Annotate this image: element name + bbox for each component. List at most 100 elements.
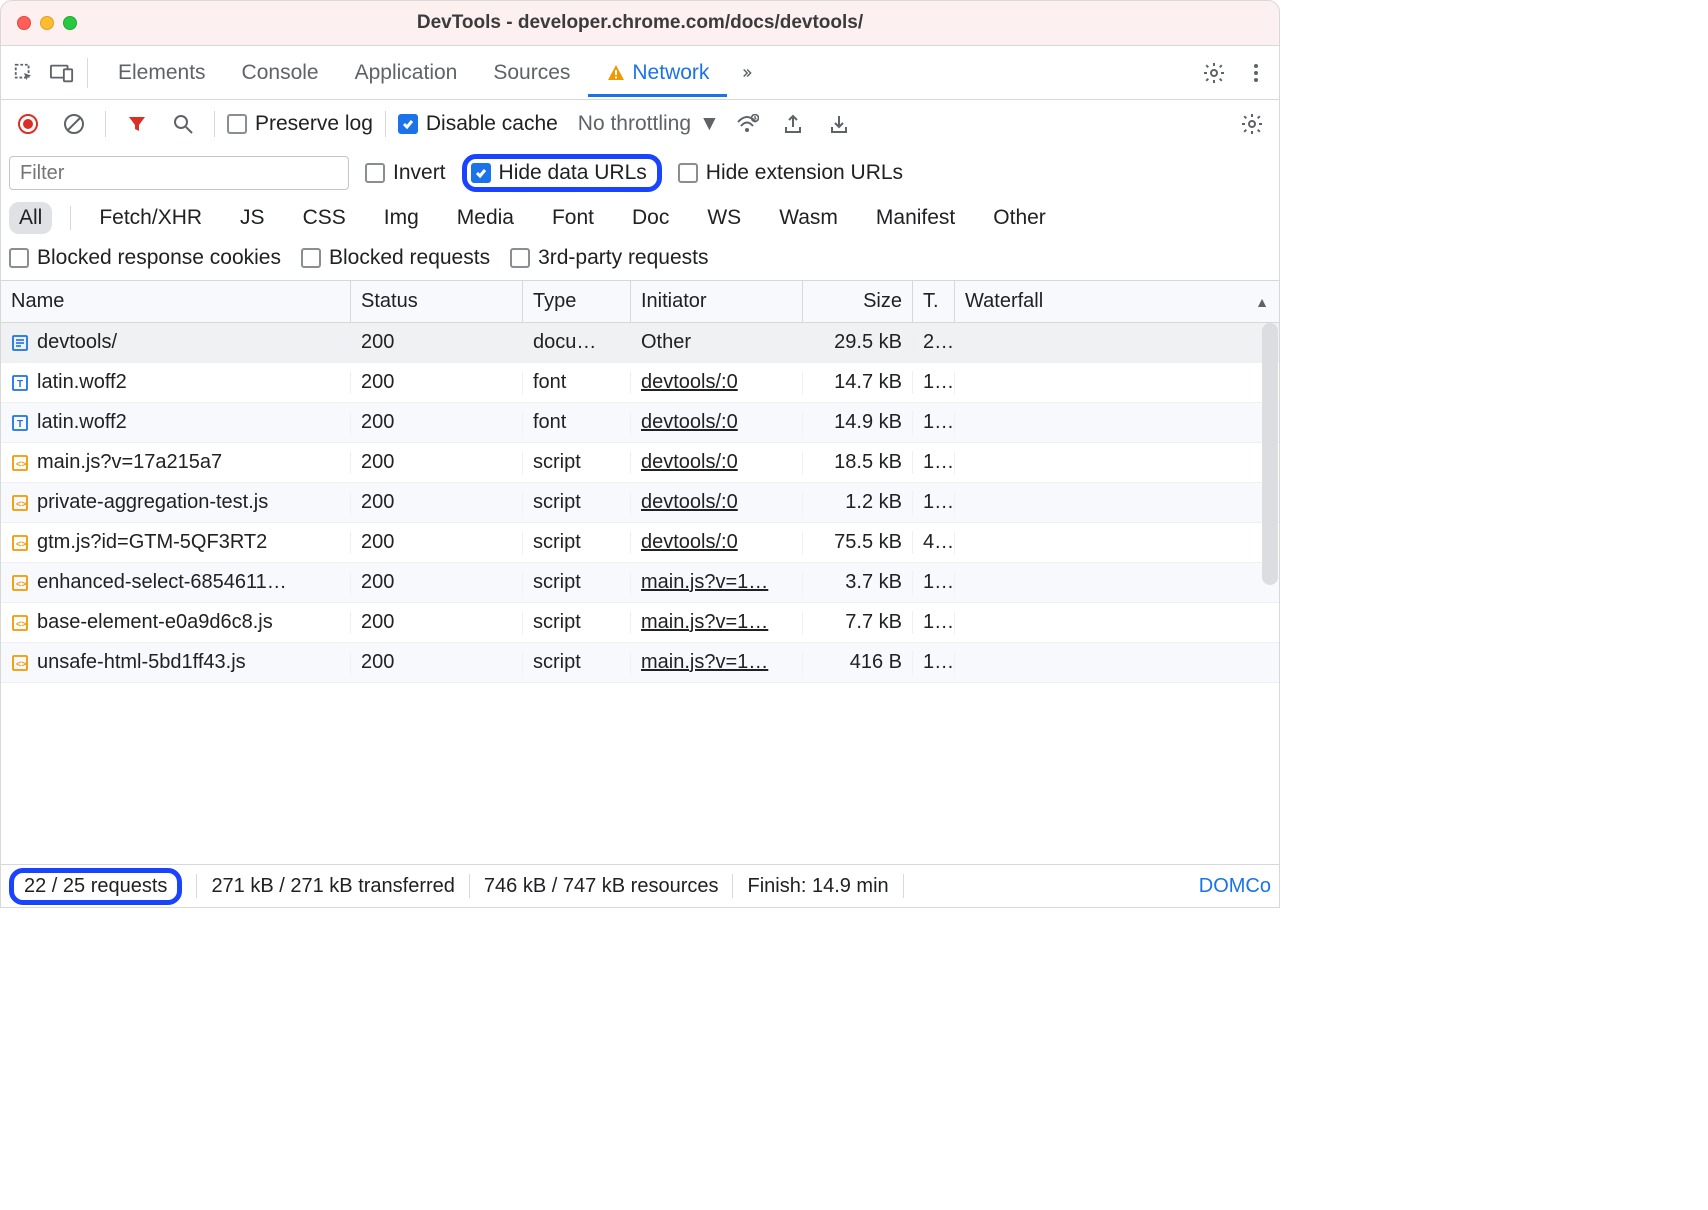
request-size: 1.2 kB bbox=[803, 491, 913, 514]
request-time: 1.. bbox=[913, 371, 955, 394]
col-size[interactable]: Size bbox=[803, 281, 913, 322]
close-window-button[interactable] bbox=[17, 16, 31, 30]
tab-sources[interactable]: Sources bbox=[475, 49, 588, 97]
export-har-icon[interactable] bbox=[774, 105, 812, 143]
throttling-select[interactable]: No throttling ▼ bbox=[578, 112, 720, 136]
invert-label: Invert bbox=[393, 161, 446, 185]
finish-time: Finish: 14.9 min bbox=[747, 875, 888, 898]
network-settings-icon[interactable] bbox=[1233, 105, 1271, 143]
record-button[interactable] bbox=[9, 105, 47, 143]
blocked-cookies-checkbox[interactable]: Blocked response cookies bbox=[9, 246, 281, 270]
request-initiator[interactable]: main.js?v=1… bbox=[631, 571, 803, 594]
request-initiator[interactable]: devtools/:0 bbox=[631, 371, 803, 394]
blocked-row: Blocked response cookies Blocked request… bbox=[0, 238, 1280, 281]
table-row[interactable]: <>enhanced-select-6854611…200scriptmain.… bbox=[1, 563, 1279, 603]
table-row[interactable]: <>gtm.js?id=GTM-5QF3RT2200scriptdevtools… bbox=[1, 523, 1279, 563]
request-initiator: Other bbox=[631, 331, 803, 354]
requests-table: Name Status Type Initiator Size T. Water… bbox=[0, 281, 1280, 864]
caret-down-icon: ▼ bbox=[699, 112, 720, 136]
request-type: script bbox=[523, 611, 631, 634]
minimize-window-button[interactable] bbox=[40, 16, 54, 30]
transferred: 271 kB / 271 kB transferred bbox=[211, 875, 454, 898]
request-name: latin.woff2 bbox=[37, 371, 127, 394]
request-initiator[interactable]: main.js?v=1… bbox=[631, 611, 803, 634]
col-initiator[interactable]: Initiator bbox=[631, 281, 803, 322]
hide-data-urls-checkbox[interactable]: Hide data URLs bbox=[471, 161, 647, 185]
request-time: 1.. bbox=[913, 411, 955, 434]
checkbox-checked-icon bbox=[398, 114, 418, 134]
table-row[interactable]: <>private-aggregation-test.js200scriptde… bbox=[1, 483, 1279, 523]
kebab-menu-icon[interactable] bbox=[1237, 54, 1275, 92]
chip-ws[interactable]: WS bbox=[697, 202, 751, 234]
disable-cache-checkbox[interactable]: Disable cache bbox=[398, 112, 558, 136]
checkbox-icon bbox=[510, 248, 530, 268]
device-toolbar-icon[interactable] bbox=[43, 54, 81, 92]
filter-icon[interactable] bbox=[118, 105, 156, 143]
window-title: DevTools - developer.chrome.com/docs/dev… bbox=[17, 12, 1263, 34]
filter-input[interactable] bbox=[9, 156, 349, 190]
tab-elements[interactable]: Elements bbox=[100, 49, 224, 97]
thirdparty-checkbox[interactable]: 3rd-party requests bbox=[510, 246, 708, 270]
chip-wasm[interactable]: Wasm bbox=[769, 202, 848, 234]
chip-img[interactable]: Img bbox=[374, 202, 429, 234]
chip-fetchxhr[interactable]: Fetch/XHR bbox=[89, 202, 212, 234]
file-type-icon: <> bbox=[11, 454, 29, 472]
hide-extension-urls-checkbox[interactable]: Hide extension URLs bbox=[678, 161, 903, 185]
request-status: 200 bbox=[351, 611, 523, 634]
request-initiator[interactable]: devtools/:0 bbox=[631, 491, 803, 514]
request-name: gtm.js?id=GTM-5QF3RT2 bbox=[37, 531, 267, 554]
chip-font[interactable]: Font bbox=[542, 202, 604, 234]
more-tabs-button[interactable] bbox=[727, 54, 765, 92]
invert-checkbox[interactable]: Invert bbox=[365, 161, 446, 185]
tab-console[interactable]: Console bbox=[224, 49, 337, 97]
col-type[interactable]: Type bbox=[523, 281, 631, 322]
request-size: 7.7 kB bbox=[803, 611, 913, 634]
checkbox-icon bbox=[227, 114, 247, 134]
col-name[interactable]: Name bbox=[1, 281, 351, 322]
request-initiator[interactable]: devtools/:0 bbox=[631, 531, 803, 554]
tab-network[interactable]: Network bbox=[588, 49, 727, 97]
checkbox-icon bbox=[301, 248, 321, 268]
chip-other[interactable]: Other bbox=[983, 202, 1056, 234]
request-initiator[interactable]: devtools/:0 bbox=[631, 411, 803, 434]
import-har-icon[interactable] bbox=[820, 105, 858, 143]
file-type-icon: <> bbox=[11, 654, 29, 672]
blocked-requests-checkbox[interactable]: Blocked requests bbox=[301, 246, 490, 270]
blocked-cookies-label: Blocked response cookies bbox=[37, 246, 281, 270]
chip-js[interactable]: JS bbox=[230, 202, 275, 234]
table-row[interactable]: devtools/200docu…Other29.5 kB2.. bbox=[1, 323, 1279, 363]
request-size: 75.5 kB bbox=[803, 531, 913, 554]
tab-application[interactable]: Application bbox=[337, 49, 476, 97]
svg-text:<>: <> bbox=[16, 579, 27, 589]
request-initiator[interactable]: main.js?v=1… bbox=[631, 651, 803, 674]
table-row[interactable]: Tlatin.woff2200fontdevtools/:014.7 kB1.. bbox=[1, 363, 1279, 403]
request-status: 200 bbox=[351, 651, 523, 674]
preserve-log-checkbox[interactable]: Preserve log bbox=[227, 112, 373, 136]
table-row[interactable]: <>unsafe-html-5bd1ff43.js200scriptmain.j… bbox=[1, 643, 1279, 683]
chip-manifest[interactable]: Manifest bbox=[866, 202, 965, 234]
scrollbar[interactable] bbox=[1262, 323, 1278, 585]
col-time[interactable]: T. bbox=[913, 281, 955, 322]
request-status: 200 bbox=[351, 491, 523, 514]
chip-css[interactable]: CSS bbox=[293, 202, 356, 234]
chip-media[interactable]: Media bbox=[447, 202, 524, 234]
clear-button[interactable] bbox=[55, 105, 93, 143]
request-initiator[interactable]: devtools/:0 bbox=[631, 451, 803, 474]
col-status[interactable]: Status bbox=[351, 281, 523, 322]
request-size: 29.5 kB bbox=[803, 331, 913, 354]
maximize-window-button[interactable] bbox=[63, 16, 77, 30]
network-conditions-icon[interactable] bbox=[728, 105, 766, 143]
table-row[interactable]: Tlatin.woff2200fontdevtools/:014.9 kB1.. bbox=[1, 403, 1279, 443]
table-row[interactable]: <>main.js?v=17a215a7200scriptdevtools/:0… bbox=[1, 443, 1279, 483]
chip-all[interactable]: All bbox=[9, 202, 52, 234]
titlebar: DevTools - developer.chrome.com/docs/dev… bbox=[0, 0, 1280, 46]
table-row[interactable]: <>base-element-e0a9d6c8.js200scriptmain.… bbox=[1, 603, 1279, 643]
search-icon[interactable] bbox=[164, 105, 202, 143]
network-toolbar: Preserve log Disable cache No throttling… bbox=[0, 100, 1280, 148]
inspect-element-icon[interactable] bbox=[5, 54, 43, 92]
col-waterfall[interactable]: Waterfall▲ bbox=[955, 281, 1279, 322]
chip-doc[interactable]: Doc bbox=[622, 202, 679, 234]
settings-icon[interactable] bbox=[1195, 54, 1233, 92]
throttling-value: No throttling bbox=[578, 112, 691, 136]
request-type: docu… bbox=[523, 331, 631, 354]
